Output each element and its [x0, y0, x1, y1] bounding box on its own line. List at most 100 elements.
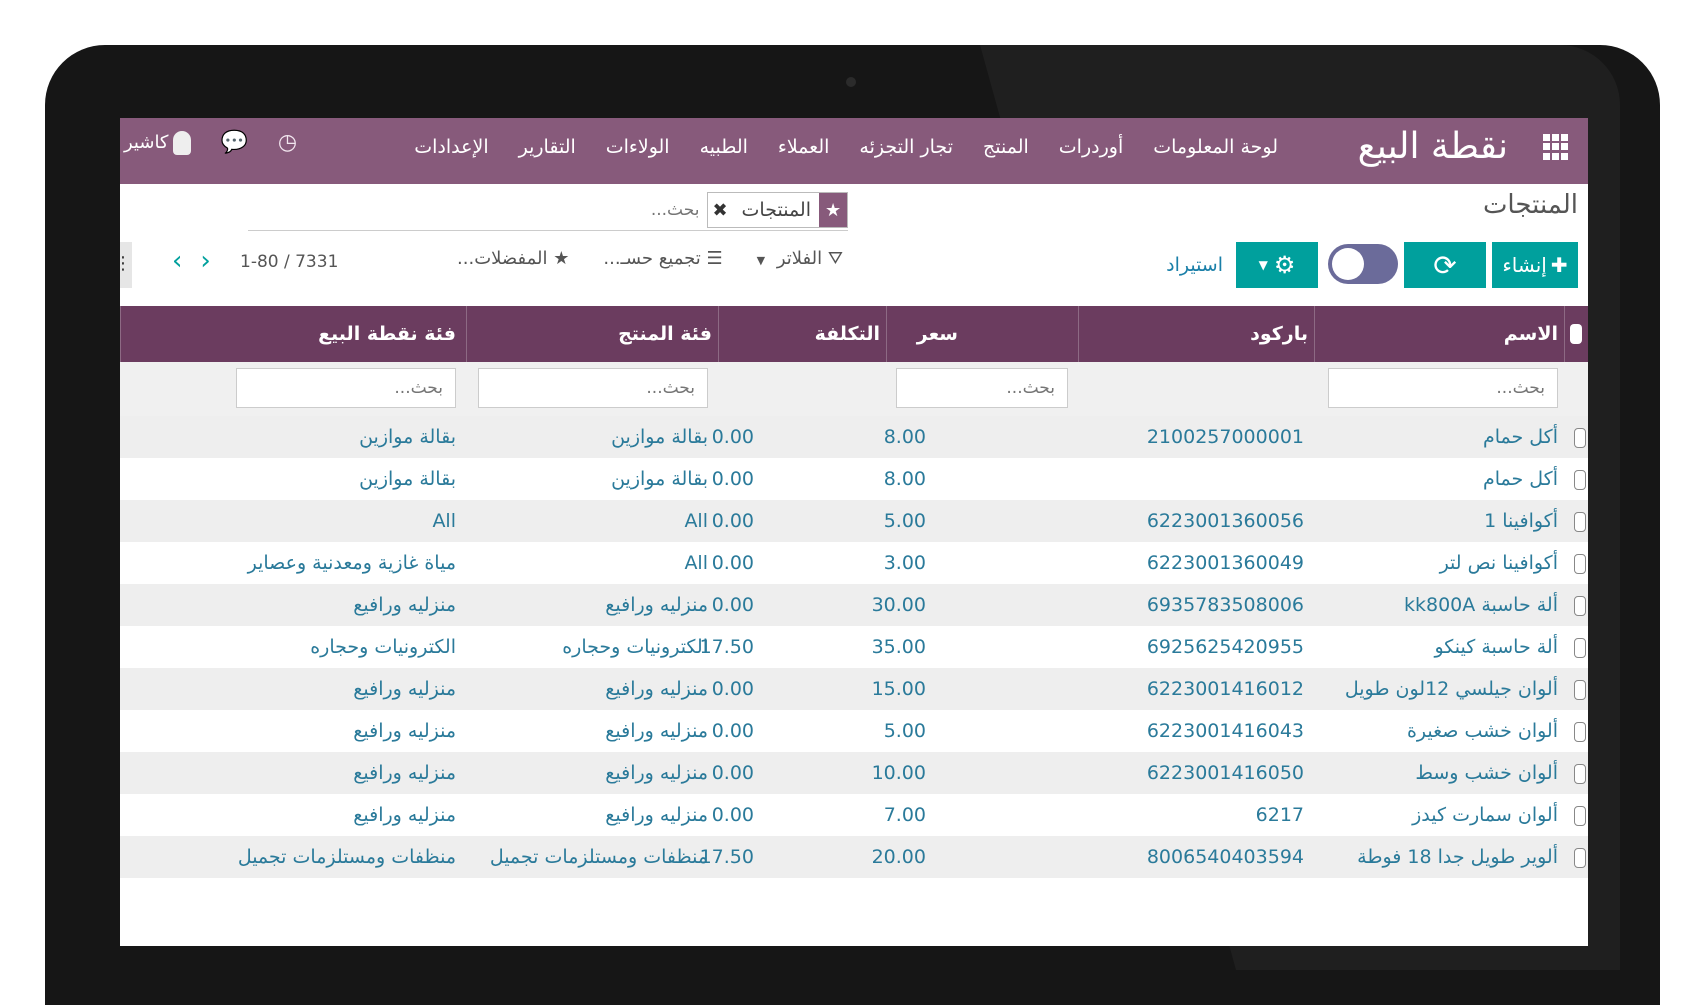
menu-loyalty[interactable]: الولاءات [606, 136, 670, 158]
star-icon: ★ [553, 248, 570, 269]
cell-cost: 0.00 [711, 552, 754, 574]
table-row[interactable]: أكوافينا نص لتر 6223001360049 3.00 0.00 All م… [120, 542, 1588, 584]
row-checkbox[interactable] [1574, 470, 1586, 490]
user-name: كاشير [124, 132, 169, 153]
menu-dashboard[interactable]: لوحة المعلومات [1153, 136, 1278, 158]
more-options-icon[interactable]: ⋮ [120, 242, 132, 288]
search-input[interactable] [577, 199, 702, 221]
cell-cost: 0.00 [711, 762, 754, 784]
pos-category-search-input[interactable] [236, 368, 456, 408]
table-row[interactable]: ألة حاسبة كينكو 6925625420955 35.00 17.50 ال… [120, 626, 1588, 668]
row-checkbox[interactable] [1574, 680, 1586, 700]
cell-pos-category: منزليه ورافيع [353, 678, 456, 700]
create-button[interactable]: ✚ إنشاء [1492, 242, 1578, 288]
row-checkbox[interactable] [1574, 512, 1586, 532]
group-by-label: تجميع حسـ... [603, 248, 701, 269]
cell-barcode: 6925625420955 [1146, 636, 1304, 658]
menu-reports[interactable]: التقارير [519, 136, 576, 158]
table-row[interactable]: ألوان خشب صغيرة 6223001416043 5.00 0.00 منزل… [120, 710, 1588, 752]
cell-pos-category: All [432, 510, 456, 532]
table-row[interactable]: ألوان سمارت كيدز 6217 7.00 0.00 منزليه ورافي… [120, 794, 1588, 836]
chevron-right-icon[interactable]: › [200, 246, 210, 276]
product-category-search-input[interactable] [478, 368, 708, 408]
close-icon[interactable]: ✖ [708, 200, 733, 221]
row-checkbox[interactable] [1574, 764, 1586, 784]
table-row[interactable]: ألوان جيلسي 12لون طويل 6223001416012 15.00… [120, 668, 1588, 710]
row-checkbox[interactable] [1574, 638, 1586, 658]
table-row[interactable]: أكل حمام 2100257000001 8.00 0.00 بقالة موازي… [120, 416, 1588, 458]
top-navbar: نقطة البيع لوحة المعلومات أوردرات المنتج… [120, 118, 1588, 184]
name-search-input[interactable] [1328, 368, 1558, 408]
header-product-category[interactable]: فئة المنتج [466, 306, 718, 362]
chevron-left-icon[interactable]: ‹ [172, 246, 182, 276]
row-checkbox[interactable] [1574, 722, 1586, 742]
refresh-button[interactable]: ⟳ [1404, 242, 1486, 288]
row-checkbox[interactable] [1574, 596, 1586, 616]
table-row[interactable]: ألة حاسبة kk800A 6935783508006 30.00 0.00 من… [120, 584, 1588, 626]
cell-product-category: منظفات ومستلزمات تجميل [489, 846, 708, 868]
action-gear-button[interactable]: ⚙ ▼ [1236, 242, 1318, 288]
clock-icon[interactable]: ◷ [278, 130, 297, 155]
favorites-dropdown[interactable]: ★ المفضلات... [457, 248, 569, 269]
toggle-knob [1332, 248, 1364, 280]
group-by-dropdown[interactable]: ☰ تجميع حسـ... [603, 248, 722, 269]
create-label: إنشاء [1502, 253, 1547, 277]
menu-settings[interactable]: الإعدادات [414, 136, 488, 158]
cell-name: ألة حاسبة كينكو [1434, 636, 1558, 658]
plus-icon: ✚ [1550, 253, 1568, 277]
header-name[interactable]: الاسم [1314, 306, 1564, 362]
cell-sale-price: 7.00 [883, 804, 926, 826]
caret-down-icon: ▼ [756, 254, 766, 267]
cell-product-category: منزليه ورافيع [605, 720, 708, 742]
header-barcode[interactable]: باركود [1078, 306, 1314, 362]
menu-kitchen[interactable]: الطبيه [700, 136, 748, 158]
cell-sale-price: 8.00 [883, 468, 926, 490]
table-row[interactable]: ألوان خشب وسط 6223001416050 10.00 0.00 منزلي… [120, 752, 1588, 794]
watermark: خمسات [820, 938, 980, 946]
sale-price-search-input[interactable] [896, 368, 1068, 408]
search-facet: ★ المنتجات ✖ [707, 192, 848, 228]
menu-customers[interactable]: العملاء [778, 136, 830, 158]
cell-pos-category: بقالة موازين [359, 468, 456, 490]
cell-barcode: 6223001416050 [1146, 762, 1304, 784]
gear-icon: ⚙ [1273, 251, 1296, 279]
menu-orders[interactable]: أوردرات [1059, 136, 1123, 158]
table-row[interactable]: ألوير طويل جدا 18 فوطة 8006540403594 20.00… [120, 836, 1588, 878]
cell-pos-category: منزليه ورافيع [353, 720, 456, 742]
navbar-systray: كاشير 💬 ◷ [124, 130, 297, 155]
header-pos-category[interactable]: فئة نقطة البيع [120, 306, 466, 362]
row-checkbox[interactable] [1574, 806, 1586, 826]
cell-sale-price: 5.00 [883, 510, 926, 532]
table-row[interactable]: أكل حمام 8.00 0.00 بقالة موازين بقالة موازين [120, 458, 1588, 500]
filter-icon: ⛛ [827, 248, 843, 269]
row-checkbox[interactable] [1574, 428, 1586, 448]
user-avatar-icon [172, 130, 191, 155]
header-sale-price[interactable]: سعر البيع [886, 306, 1078, 401]
cell-cost: 0.00 [711, 804, 754, 826]
list-icon: ☰ [706, 248, 723, 269]
cell-name: ألوير طويل جدا 18 فوطة [1357, 846, 1558, 868]
view-toggle[interactable] [1328, 244, 1398, 284]
facet-label: المنتجات [741, 199, 811, 221]
row-checkbox[interactable] [1574, 554, 1586, 574]
cell-sale-price: 10.00 [871, 762, 926, 784]
cell-cost: 0.00 [711, 510, 754, 532]
chat-icon[interactable]: 💬 [221, 130, 248, 155]
header-cost[interactable]: التكلفة [718, 306, 886, 362]
apps-grid-icon[interactable] [1542, 134, 1568, 160]
cell-product-category: منزليه ورافيع [605, 762, 708, 784]
cell-name: ألة حاسبة kk800A [1404, 594, 1558, 616]
cell-product-category: All [684, 510, 708, 532]
cell-barcode: 6223001416043 [1146, 720, 1304, 742]
user-menu[interactable]: كاشير [124, 130, 191, 155]
select-all-checkbox[interactable] [1564, 306, 1588, 362]
pager-value[interactable]: 1-80 / 7331 [240, 252, 338, 272]
filters-dropdown[interactable]: ⛛ الفلاتر ▼ [757, 248, 843, 269]
row-checkbox[interactable] [1574, 848, 1586, 868]
import-link[interactable]: استيراد [1166, 254, 1223, 276]
menu-retailers[interactable]: تجار التجزئه [859, 136, 953, 158]
caret-down-icon: ▼ [1258, 258, 1268, 272]
cell-sale-price: 30.00 [871, 594, 926, 616]
table-row[interactable]: أكوافينا 1 6223001360056 5.00 0.00 All All [120, 500, 1588, 542]
menu-product[interactable]: المنتج [983, 136, 1029, 158]
